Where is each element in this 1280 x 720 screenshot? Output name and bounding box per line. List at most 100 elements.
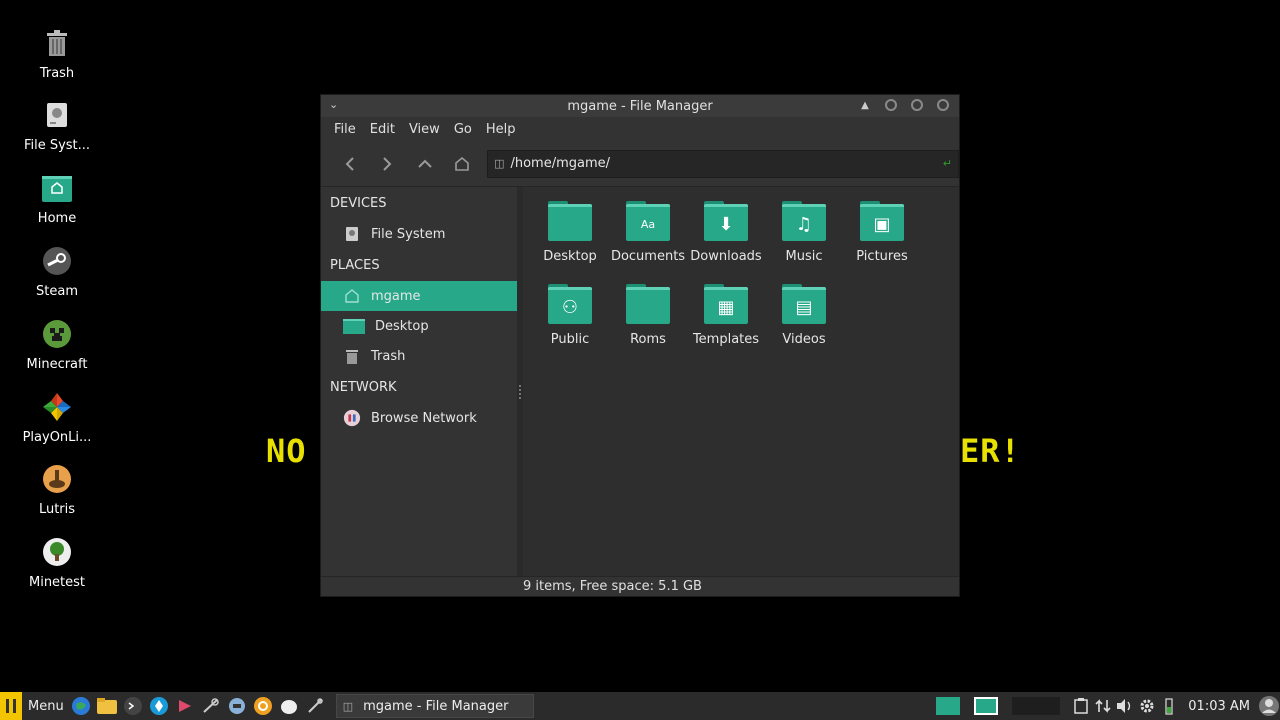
- location-bar[interactable]: ◫ /home/mgame/ ↵: [487, 149, 960, 178]
- maximize-button[interactable]: [911, 99, 923, 111]
- sidebar-item-desktop[interactable]: Desktop: [321, 311, 517, 341]
- go-icon[interactable]: ↵: [943, 157, 952, 170]
- folder-item-templates[interactable]: ▦ Templates: [687, 284, 765, 347]
- close-button[interactable]: [937, 99, 949, 111]
- retro-launcher-icon[interactable]: [252, 695, 274, 717]
- desktop-icon-home[interactable]: Home: [0, 171, 114, 226]
- user-avatar-icon[interactable]: [1258, 695, 1280, 717]
- desktop-folder-icon: [343, 317, 365, 335]
- downloads-folder-icon: ⬇: [704, 201, 748, 241]
- folder-item-videos[interactable]: ▤ Videos: [765, 284, 843, 347]
- sidebar-item-label: Trash: [371, 348, 406, 364]
- desktop-icon-lutris[interactable]: Lutris: [0, 462, 114, 517]
- sidebar-item-file-system[interactable]: File System: [321, 219, 517, 249]
- folder-item-music[interactable]: ♫ Music: [765, 201, 843, 264]
- tools-launcher-icon[interactable]: [304, 695, 326, 717]
- sidebar-item-label: Desktop: [375, 318, 429, 334]
- harddrive-icon: [40, 98, 74, 132]
- folder-label: Pictures: [856, 249, 908, 264]
- menu-button[interactable]: Menu: [0, 692, 70, 720]
- trash-icon: [343, 347, 361, 365]
- kodi-launcher-icon[interactable]: [148, 695, 170, 717]
- desktop-icon-label: Lutris: [38, 502, 76, 517]
- file-manager-window: ⌄ mgame - File Manager ▲ File Edit View …: [320, 94, 960, 597]
- quick-launchers: [70, 695, 326, 717]
- home-icon: [455, 156, 470, 171]
- battery-icon[interactable]: [1158, 695, 1180, 717]
- folder-item-downloads[interactable]: ⬇ Downloads: [687, 201, 765, 264]
- roms-folder-icon: [626, 284, 670, 324]
- desktop-icon-label: Steam: [36, 284, 78, 299]
- sidebar-item-mgame[interactable]: mgame: [321, 281, 517, 311]
- folder-item-pictures[interactable]: ▣ Pictures: [843, 201, 921, 264]
- desktop-icon-playonlinux[interactable]: PlayOnLi...: [0, 390, 114, 445]
- desktop-icon-minecraft[interactable]: Minecraft: [0, 317, 114, 372]
- menu-bar: File Edit View Go Help: [321, 117, 959, 141]
- volume-icon[interactable]: [1114, 695, 1136, 717]
- minetest-icon: [40, 535, 74, 569]
- toolbar: ◫ /home/mgame/ ↵: [321, 141, 960, 187]
- shade-button[interactable]: ▲: [859, 100, 871, 111]
- pictures-folder-icon: ▣: [860, 201, 904, 241]
- music-folder-icon: ♫: [782, 201, 826, 241]
- documents-folder-icon: Aa: [626, 201, 670, 241]
- taskbar-window-button[interactable]: ◫ mgame - File Manager: [335, 694, 534, 718]
- up-button[interactable]: [406, 149, 444, 179]
- network-icon: [343, 409, 361, 427]
- desktop-icon-steam[interactable]: Steam: [0, 244, 114, 299]
- menu-view[interactable]: View: [402, 122, 447, 137]
- menu-go[interactable]: Go: [447, 122, 479, 137]
- sidebar-item-trash[interactable]: Trash: [321, 341, 517, 371]
- steam-launcher-icon[interactable]: [200, 695, 222, 717]
- folder-label: Downloads: [690, 249, 762, 264]
- folder-item-desktop[interactable]: Desktop: [531, 201, 609, 264]
- media-launcher-icon[interactable]: [174, 695, 196, 717]
- workspace-3[interactable]: [1012, 697, 1061, 715]
- menu-edit[interactable]: Edit: [363, 122, 402, 137]
- videos-folder-icon: ▤: [782, 284, 826, 324]
- sidebar-header-places: PLACES: [330, 257, 380, 273]
- settings-gear-icon[interactable]: [1136, 695, 1158, 717]
- workspace-1[interactable]: [936, 697, 961, 715]
- folder-small-icon: ◫: [342, 699, 354, 713]
- file-view: Desktop Aa Documents ⬇ Downloads ♫ Music ▣ Pictu…: [523, 187, 959, 576]
- wallpaper-text-left: NO: [266, 432, 307, 470]
- files-launcher-icon[interactable]: [96, 695, 118, 717]
- back-button[interactable]: [331, 149, 369, 179]
- folder-item-roms[interactable]: Roms: [609, 284, 687, 347]
- folder-label: Documents: [610, 249, 686, 264]
- menu-file[interactable]: File: [327, 122, 363, 137]
- desktop-icon-label: File Syst...: [23, 138, 91, 153]
- game-launcher-icon[interactable]: [226, 695, 248, 717]
- minimize-button[interactable]: [885, 99, 897, 111]
- system-tray: 01:03 AM: [936, 692, 1280, 720]
- menu-help[interactable]: Help: [479, 122, 523, 137]
- desktop-icon-minetest[interactable]: Minetest: [0, 535, 114, 590]
- window-title: mgame - File Manager: [567, 98, 713, 114]
- window-menu-chevron-icon[interactable]: ⌄: [329, 98, 338, 111]
- sidebar-item-label: Browse Network: [371, 410, 477, 426]
- home-button[interactable]: [444, 149, 482, 179]
- sidebar-header-network: NETWORK: [330, 379, 397, 395]
- folder-item-public[interactable]: ⚇ Public: [531, 284, 609, 347]
- playonlinux-icon: [40, 390, 74, 424]
- network-arrows-icon[interactable]: [1092, 695, 1114, 717]
- shell-launcher-icon[interactable]: [278, 695, 300, 717]
- desktop-icon-file-system[interactable]: File Syst...: [0, 98, 114, 153]
- folder-small-icon: ◫: [494, 157, 505, 170]
- window-titlebar[interactable]: ⌄ mgame - File Manager ▲: [321, 95, 959, 117]
- taskbar: Menu ◫ mgame - File Manager 01:03 AM: [0, 692, 1280, 720]
- home-icon: [343, 287, 361, 305]
- browser-launcher-icon[interactable]: [70, 695, 92, 717]
- minecraft-icon: [40, 317, 74, 351]
- desktop-icon-label: PlayOnLi...: [22, 430, 92, 445]
- clipboard-icon[interactable]: [1070, 695, 1092, 717]
- terminal-launcher-icon[interactable]: [122, 695, 144, 717]
- forward-button[interactable]: [369, 149, 407, 179]
- folder-item-documents[interactable]: Aa Documents: [609, 201, 687, 264]
- desktop-icon-trash[interactable]: Trash: [0, 26, 114, 81]
- mint-logo-icon: [0, 692, 22, 720]
- clock[interactable]: 01:03 AM: [1188, 699, 1250, 714]
- workspace-2[interactable]: [974, 697, 999, 715]
- sidebar-item-browse-network[interactable]: Browse Network: [321, 403, 517, 433]
